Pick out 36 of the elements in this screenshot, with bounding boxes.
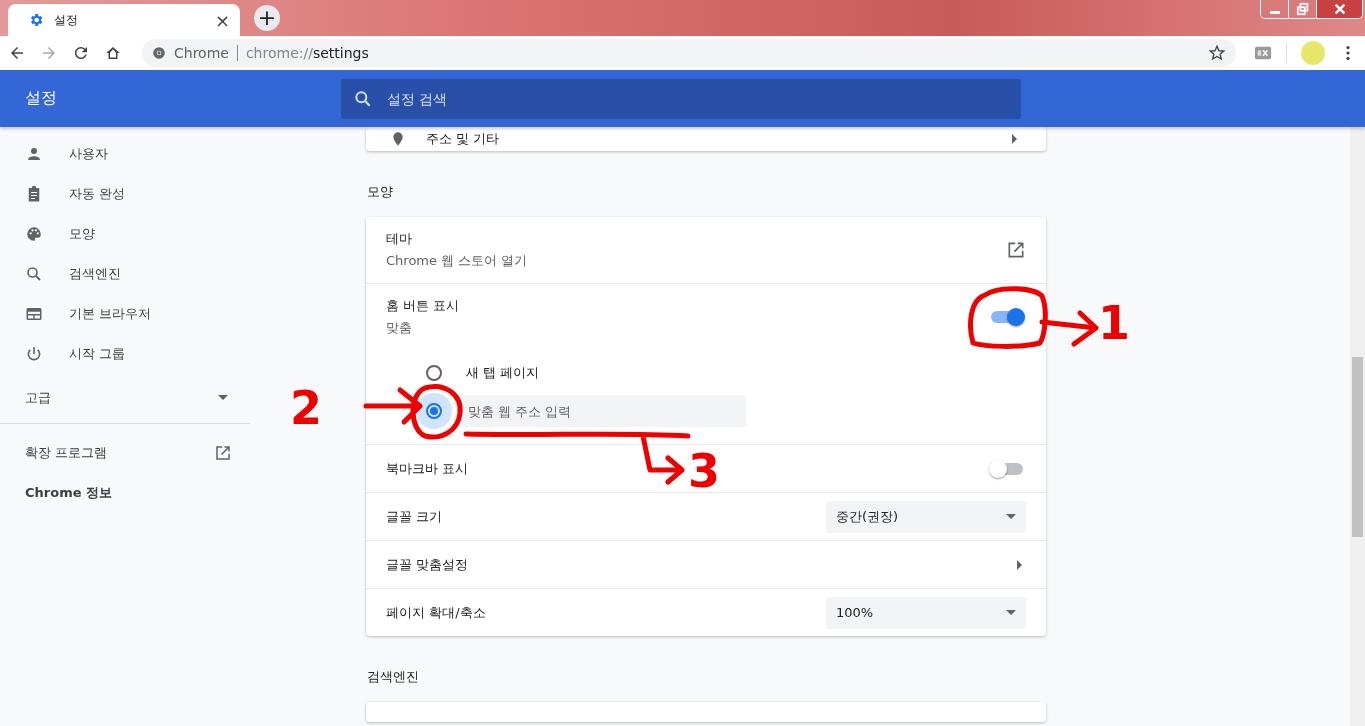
setting-description: 맞춤 [386, 319, 413, 337]
close-tab-button[interactable]: × [214, 9, 230, 31]
site-label: Chrome [174, 45, 229, 61]
section-title: 검색엔진 [366, 668, 420, 686]
sidebar-link[interactable]: 확장 프로그램 [0, 433, 250, 473]
advanced-toggle[interactable]: 고급 [0, 374, 250, 422]
setting-label: 테마 [386, 230, 413, 248]
sidebar-item[interactable]: 모양 [0, 214, 250, 254]
annotation-label: 1 [1098, 300, 1130, 346]
sidebar-item[interactable]: 검색엔진 [0, 254, 250, 294]
annotation-label: 3 [688, 448, 720, 494]
page-title: 설정 [24, 88, 58, 109]
url-input-field[interactable]: 맞춤 웹 주소 입력 [456, 395, 746, 427]
section-title: 모양 [366, 183, 394, 201]
new-tab-button[interactable]: + [254, 5, 280, 31]
sidebar-item[interactable]: 시작 그룹 [0, 334, 250, 374]
setting-label: 페이지 확대/축소 [386, 603, 486, 622]
tab-title: 설정 [54, 11, 79, 29]
radio-label: 새 탭 페이지 [466, 364, 540, 382]
setting-label: 글꼴 맞춤설정 [386, 555, 469, 574]
dropdown[interactable]: 중간(권장) [826, 500, 1026, 533]
settings-row[interactable]: 주소 및 기타 [366, 127, 1046, 151]
sidebar-item[interactable]: 자동 완성 [0, 174, 250, 214]
setting-description: Chrome 웹 스토어 열기 [386, 252, 528, 270]
setting-label: 홈 버튼 표시 [386, 297, 460, 315]
setting-label: 북마크바 표시 [386, 459, 469, 478]
sidebar-link[interactable]: Chrome 정보 [0, 473, 250, 513]
setting-label: 글꼴 크기 [386, 507, 443, 526]
dropdown[interactable]: 100% [826, 596, 1026, 629]
browser-tab[interactable]: 설정 × [8, 4, 240, 36]
sidebar-item[interactable]: 사용자 [0, 134, 250, 174]
annotation-label: 2 [290, 385, 322, 431]
sidebar-item[interactable]: 기본 브라우저 [0, 294, 250, 334]
address-bar[interactable]: Chrome chrome://settings [142, 39, 1236, 67]
search-field[interactable]: 설정 검색 [341, 78, 1021, 119]
url-text: chrome://settings [245, 45, 369, 61]
